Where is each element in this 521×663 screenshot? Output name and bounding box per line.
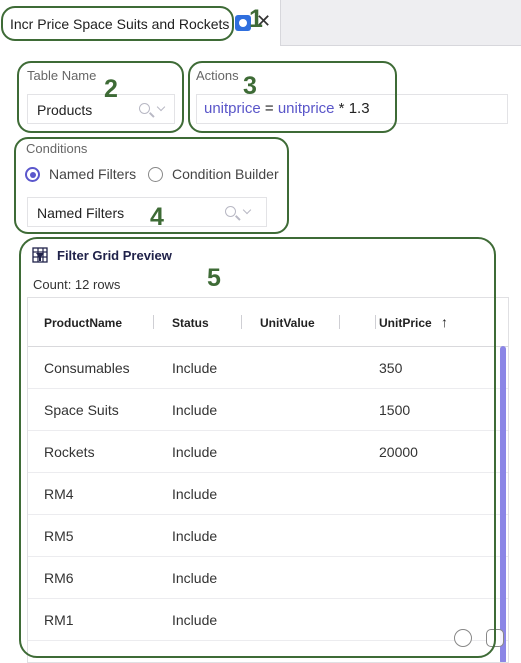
callout-number-4: 4: [150, 203, 164, 231]
callout-table-name: [17, 61, 184, 133]
callout-filter-grid: [19, 237, 496, 658]
callout-number-2: 2: [104, 75, 118, 103]
callout-tab-title: [1, 6, 234, 41]
callout-number-5: 5: [207, 264, 221, 292]
grid-scrollbar[interactable]: [500, 346, 506, 662]
callout-actions: [188, 61, 397, 133]
callout-number-1: 1: [249, 5, 263, 33]
callout-number-3: 3: [243, 72, 257, 100]
